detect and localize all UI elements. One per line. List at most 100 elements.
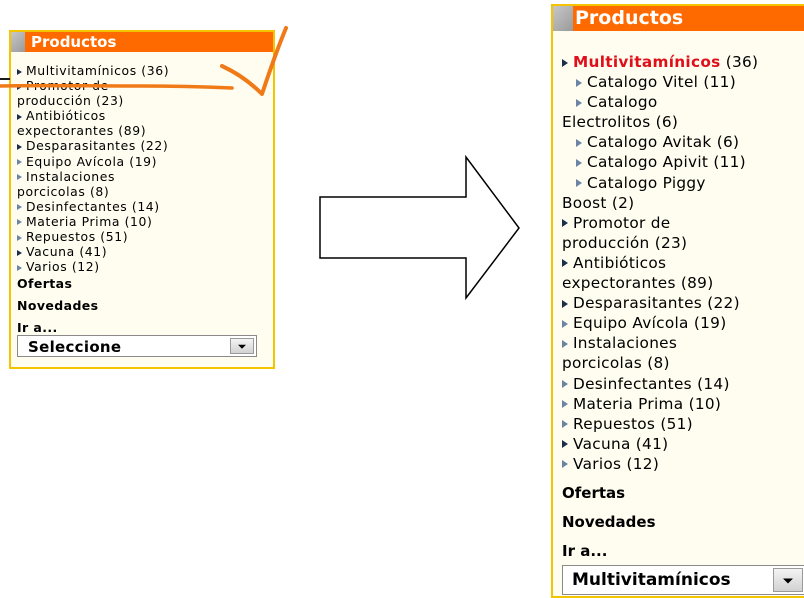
category-label: Catalogo Piggy [587, 173, 706, 192]
triangle-bullet-icon [17, 113, 22, 120]
category-label: Materia Prima (10) [26, 213, 153, 229]
category-label: Instalaciones [573, 334, 678, 353]
triangle-bullet-icon [562, 259, 568, 268]
triangle-bullet-icon [562, 319, 568, 328]
category-item[interactable]: Instalaciones [17, 169, 169, 184]
triangle-bullet-icon [576, 138, 582, 147]
triangle-bullet-icon [562, 400, 568, 409]
select-value: Multivitamínicos [572, 570, 731, 590]
category-item[interactable]: Promotor de [17, 78, 169, 93]
triangle-bullet-icon [576, 158, 582, 167]
category-item[interactable]: Materia Prima (10) [562, 394, 758, 414]
chevron-down-icon [238, 344, 246, 349]
category-item[interactable]: Electrolitos (6) [562, 112, 758, 132]
triangle-bullet-icon [17, 83, 22, 90]
category-label: Equipo Avícola (19) [26, 153, 158, 169]
category-item[interactable]: Equipo Avícola (19) [17, 154, 169, 169]
chevron-down-icon [783, 578, 793, 584]
category-item[interactable]: producción (23) [562, 233, 758, 253]
triangle-bullet-icon [17, 68, 22, 75]
category-label: Promotor de [26, 78, 109, 94]
select-value: Seleccione [28, 338, 122, 356]
dropdown-button[interactable] [230, 338, 254, 354]
category-label: Boost (2) [562, 193, 635, 212]
category-item[interactable]: expectorantes (89) [17, 123, 169, 138]
category-item[interactable]: Promotor de [562, 213, 758, 233]
category-item[interactable]: Vacuna (41) [562, 434, 758, 454]
category-item[interactable]: Desinfectantes (14) [562, 374, 758, 394]
category-label: Catalogo Apivit (11) [587, 153, 746, 172]
ir-a-select[interactable]: Seleccione [17, 335, 257, 357]
category-item[interactable]: Repuestos (51) [17, 229, 169, 244]
category-item[interactable]: Catalogo [562, 92, 758, 112]
category-item[interactable]: Catalogo Avitak (6) [562, 132, 758, 152]
category-item[interactable]: expectorantes (89) [562, 273, 758, 293]
tab-corner-icon [11, 32, 25, 52]
category-item[interactable]: Multivitamínicos (36) [562, 52, 758, 72]
triangle-bullet-icon [17, 143, 22, 150]
category-label: Materia Prima (10) [573, 394, 722, 413]
category-item[interactable]: Instalaciones [562, 333, 758, 353]
ofertas-link[interactable]: Ofertas [562, 484, 625, 502]
ofertas-link[interactable]: Ofertas [17, 276, 72, 291]
ir-a-select[interactable]: Multivitamínicos [562, 565, 804, 595]
panel-title: Productos [575, 7, 684, 29]
category-label: Desparasitantes (22) [573, 294, 740, 313]
category-item[interactable]: Multivitamínicos (36) [17, 63, 169, 78]
triangle-bullet-icon [562, 58, 568, 67]
category-list: Multivitamínicos (36) Catalogo Vitel (11)… [562, 52, 758, 474]
category-count: (36) [720, 53, 759, 71]
category-label: Desinfectantes (14) [26, 198, 160, 214]
panel-title: Productos [31, 33, 117, 51]
category-label: Vacuna (41) [26, 244, 108, 260]
category-item[interactable]: Desinfectantes (14) [17, 199, 169, 214]
triangle-bullet-icon [562, 440, 568, 449]
novedades-link[interactable]: Novedades [562, 513, 656, 531]
category-label: Promotor de [573, 213, 671, 232]
category-item[interactable]: Catalogo Piggy [562, 173, 758, 193]
category-item[interactable]: Varios (12) [562, 454, 758, 474]
category-label: Multivitamínicos [573, 53, 721, 71]
category-item[interactable]: porcicolas (8) [562, 353, 758, 373]
triangle-bullet-icon [562, 460, 568, 469]
triangle-bullet-icon [17, 174, 22, 181]
ir-a-label: Ir a... [562, 542, 608, 560]
category-item[interactable]: Vacuna (41) [17, 244, 169, 259]
panel-header: Productos [553, 6, 804, 31]
category-item[interactable]: Boost (2) [562, 193, 758, 213]
category-item[interactable]: Desparasitantes (22) [17, 138, 169, 153]
category-label: Electrolitos (6) [562, 113, 679, 132]
category-label: producción (23) [562, 233, 688, 252]
category-item[interactable]: Antibióticos [17, 108, 169, 123]
category-item[interactable]: Desparasitantes (22) [562, 293, 758, 313]
category-item[interactable]: Materia Prima (10) [17, 214, 169, 229]
category-label: porcicolas (8) [562, 354, 670, 373]
products-panel-before: Productos Multivitamínicos (36) Promotor … [9, 30, 275, 369]
triangle-bullet-icon [562, 219, 568, 228]
category-label: Vacuna (41) [573, 434, 669, 453]
triangle-bullet-icon [576, 98, 582, 107]
category-label: Antibióticos [573, 253, 667, 272]
triangle-bullet-icon [576, 78, 582, 87]
triangle-bullet-icon [17, 159, 22, 166]
triangle-bullet-icon [562, 380, 568, 388]
category-item[interactable]: producción (23) [17, 93, 169, 108]
dropdown-button[interactable] [773, 568, 803, 592]
category-item[interactable]: Antibióticos [562, 253, 758, 273]
category-label: expectorantes (89) [17, 123, 147, 139]
category-item[interactable]: Equipo Avícola (19) [562, 313, 758, 333]
products-panel-after: Productos Multivitamínicos (36) Catalogo … [551, 4, 804, 598]
category-item[interactable]: Varios (12) [17, 259, 169, 274]
category-label: Repuestos (51) [26, 229, 129, 245]
category-item[interactable]: Repuestos (51) [562, 414, 758, 434]
category-item[interactable]: Catalogo Vitel (11) [562, 72, 758, 92]
category-label: Varios (12) [26, 259, 100, 275]
novedades-link[interactable]: Novedades [17, 298, 99, 313]
triangle-bullet-icon [576, 179, 582, 188]
category-item[interactable]: Catalogo Apivit (11) [562, 152, 758, 172]
triangle-bullet-icon [562, 299, 568, 308]
category-item[interactable]: porcicolas (8) [17, 184, 169, 199]
triangle-bullet-icon [17, 249, 22, 256]
category-label: Catalogo [587, 93, 658, 112]
category-label: Equipo Avícola (19) [573, 314, 727, 333]
